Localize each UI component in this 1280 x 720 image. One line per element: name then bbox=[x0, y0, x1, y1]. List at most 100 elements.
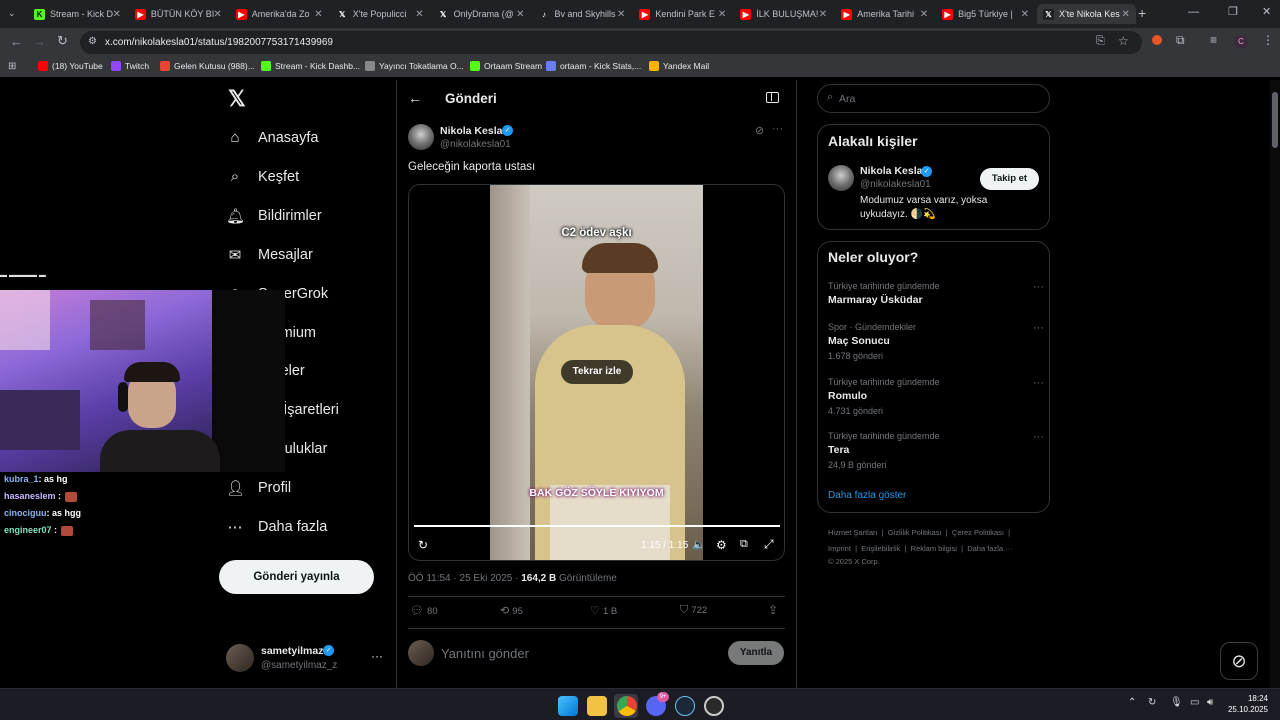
steam-icon[interactable] bbox=[675, 696, 695, 716]
post-button[interactable]: Gönderi yayınla bbox=[219, 560, 374, 594]
show-more-link[interactable]: Daha fazla göster bbox=[828, 490, 906, 501]
tray-app-icon[interactable]: ↻ bbox=[1148, 697, 1156, 708]
extension-icon[interactable] bbox=[1152, 35, 1162, 45]
close-window-button[interactable]: ✕ bbox=[1262, 5, 1271, 18]
more-dots-icon[interactable]: ··· bbox=[772, 123, 783, 135]
monitor-icon[interactable]: ▭ bbox=[1190, 697, 1199, 708]
tab-close-icon[interactable]: ✕ bbox=[617, 9, 625, 20]
tab-close-icon[interactable]: ✕ bbox=[516, 9, 524, 20]
browser-tab[interactable]: ▶ Amerika'da Zo ✕ bbox=[230, 4, 329, 24]
author-handle[interactable]: @nikolakesla01 bbox=[440, 139, 511, 150]
clock-date[interactable]: 25.10.2025 bbox=[1222, 705, 1268, 714]
browser-tab[interactable]: K Stream - Kick D ✕ bbox=[28, 4, 127, 24]
minimize-button[interactable]: — bbox=[1188, 6, 1199, 18]
account-switcher[interactable]: sametyilmaz ✓ @sametyilmaz_z ··· bbox=[226, 640, 386, 676]
replay-button[interactable]: Tekrar izle bbox=[561, 360, 633, 384]
reload-icon[interactable]: ↻ bbox=[57, 33, 68, 49]
trend-item[interactable]: Türkiye tarihinde gündemde Marmaray Üsküd… bbox=[828, 281, 1044, 306]
browser-tab[interactable]: ▶ İLK BULUŞMA! ✕ bbox=[734, 4, 833, 24]
bookmark-item[interactable]: Twitch bbox=[111, 61, 149, 71]
reader-view-icon[interactable] bbox=[766, 92, 779, 103]
tab-close-icon[interactable]: ✕ bbox=[1021, 9, 1029, 20]
bookmark-item[interactable]: Gelen Kutusu (988)... bbox=[160, 61, 255, 71]
chrome-icon[interactable] bbox=[617, 696, 637, 716]
trend-item[interactable]: Spor · Gündemdekiler Maç Sonucu 1.678 gönd… bbox=[828, 322, 1044, 361]
related-name[interactable]: Nikola Kesla bbox=[860, 165, 922, 177]
site-info-icon[interactable]: ⚙ bbox=[88, 36, 97, 47]
like-action[interactable]: ♡ 1 B bbox=[590, 604, 617, 617]
new-tab-button[interactable]: + bbox=[1138, 5, 1146, 21]
bookmark-item[interactable]: Ortaam Stream bbox=[470, 61, 542, 71]
tab-close-icon[interactable]: ✕ bbox=[718, 9, 726, 20]
nav-item-person[interactable]: 👤︎ Profil bbox=[226, 473, 291, 503]
author-avatar[interactable] bbox=[408, 124, 434, 150]
more-dots-icon[interactable]: ··· bbox=[1033, 281, 1044, 293]
puzzle-icon[interactable]: ⧉ bbox=[1176, 33, 1185, 48]
scrollbar[interactable] bbox=[1270, 80, 1280, 688]
bookmark-item[interactable]: (18) YouTube bbox=[38, 61, 103, 71]
nav-item-home[interactable]: ⌂ Anasayfa bbox=[226, 123, 318, 153]
tab-close-icon[interactable]: ✕ bbox=[920, 9, 928, 20]
more-dots-icon[interactable]: ··· bbox=[1033, 322, 1044, 334]
tab-close-icon[interactable]: ✕ bbox=[1122, 9, 1130, 20]
start-icon[interactable] bbox=[558, 696, 578, 716]
media-icon[interactable]: ≡ bbox=[1210, 33, 1217, 47]
install-icon[interactable]: ⎘ bbox=[1096, 35, 1105, 48]
browser-tab[interactable]: ▶ Big5 Türkiye | ✕ bbox=[936, 4, 1035, 24]
related-handle[interactable]: @nikolakesla01 bbox=[860, 179, 931, 190]
tab-close-icon[interactable]: ✕ bbox=[819, 9, 827, 20]
more-dots-icon[interactable]: ··· bbox=[1033, 431, 1044, 443]
author-name[interactable]: Nikola Kesla bbox=[440, 125, 502, 137]
video-player[interactable]: C2 ödev aşkı BAK GÖZ SÖYLE KIYIYOM Tekra… bbox=[408, 184, 785, 561]
settings-gear-icon[interactable]: ⚙ bbox=[716, 538, 727, 552]
video-progress-track[interactable] bbox=[414, 525, 780, 527]
reply-input[interactable]: Yanıtını gönder bbox=[441, 646, 529, 661]
author-avatar[interactable] bbox=[828, 165, 854, 191]
post-timestamp[interactable]: ÖÖ 11:54 · 25 Eki 2025 · bbox=[408, 573, 521, 584]
nav-item-more[interactable]: ⋯ Daha fazla bbox=[226, 512, 328, 542]
x-logo-icon[interactable]: 𝕏 bbox=[228, 88, 248, 110]
back-arrow-icon[interactable]: ← bbox=[10, 34, 23, 49]
grok-floating-button[interactable]: ⊘ bbox=[1220, 642, 1258, 680]
repost-action[interactable]: ⟲ 95 bbox=[500, 604, 523, 617]
clock-time[interactable]: 18:24 bbox=[1228, 694, 1268, 703]
tray-chevron-icon[interactable]: ⌃ bbox=[1128, 697, 1136, 708]
bookmark-item[interactable]: Stream - Kick Dashb... bbox=[261, 61, 360, 71]
microphone-icon[interactable]: 🎙︎ bbox=[1170, 697, 1183, 708]
replay-icon[interactable]: ↻ bbox=[418, 538, 428, 552]
browser-tab[interactable]: 𝕏 OnlyDrama (@ ✕ bbox=[432, 4, 531, 24]
trend-item[interactable]: Türkiye tarihinde gündemde Tera 24,9 B gön… bbox=[828, 431, 1044, 470]
maximize-button[interactable]: ❐ bbox=[1228, 5, 1238, 18]
tab-close-icon[interactable]: ✕ bbox=[213, 9, 221, 20]
reply-button[interactable]: Yanıtla bbox=[728, 641, 784, 665]
tab-close-icon[interactable]: ✕ bbox=[314, 9, 322, 20]
apps-grid-icon[interactable]: ⊞ bbox=[8, 61, 16, 72]
bookmark-item[interactable]: Yandex Mail bbox=[649, 61, 709, 71]
search-input[interactable]: ⌕ Ara bbox=[817, 84, 1050, 113]
pip-icon[interactable]: ⧉ bbox=[740, 538, 748, 551]
footer-links-2[interactable]: Imprint | Erişilebilirlik | Reklam bilgi… bbox=[828, 544, 1013, 553]
browser-tab[interactable]: 𝕏 X'te Nikola Kes ✕ bbox=[1037, 4, 1136, 24]
bookmark-action[interactable]: ⛉ 722 bbox=[680, 604, 707, 617]
speaker-icon[interactable]: 🔊︎ bbox=[1207, 697, 1213, 708]
trend-item[interactable]: Türkiye tarihinde gündemde Romulo 4.731 gö… bbox=[828, 377, 1044, 416]
forward-arrow-icon[interactable]: → bbox=[33, 34, 46, 49]
nav-item-search[interactable]: ⌕ Keşfet bbox=[226, 162, 299, 192]
reply-action[interactable]: 💬︎ 80 bbox=[410, 604, 438, 617]
browser-tab[interactable]: ▶ BÜTÜN KÖY BI ✕ bbox=[129, 4, 228, 24]
grok-icon[interactable]: ⊘ bbox=[755, 124, 764, 137]
volume-icon[interactable]: 🔈 bbox=[692, 538, 706, 551]
omnibox[interactable]: ⚙ x.com/nikolakesla01/status/19820077531… bbox=[80, 31, 1142, 54]
kebab-menu-icon[interactable]: ⋮ bbox=[1262, 33, 1274, 47]
file-explorer-icon[interactable] bbox=[587, 696, 607, 716]
scrollbar-thumb[interactable] bbox=[1272, 92, 1278, 148]
browser-tab[interactable]: ▶ Amerika Tarihi ✕ bbox=[835, 4, 934, 24]
fullscreen-icon[interactable]: ⤢ bbox=[764, 537, 774, 552]
obs-icon[interactable] bbox=[704, 696, 724, 716]
nav-item-mail[interactable]: ✉ Mesajlar bbox=[226, 240, 313, 270]
browser-tab[interactable]: ▶ Kendini Park E ✕ bbox=[633, 4, 732, 24]
bookmark-item[interactable]: Yayıncı Tokatlama O... bbox=[365, 61, 464, 71]
bookmark-item[interactable]: ortaam - Kick Stats,... bbox=[546, 61, 641, 71]
back-button[interactable]: ← bbox=[408, 90, 422, 106]
share-icon[interactable]: ⇪ bbox=[768, 603, 778, 617]
